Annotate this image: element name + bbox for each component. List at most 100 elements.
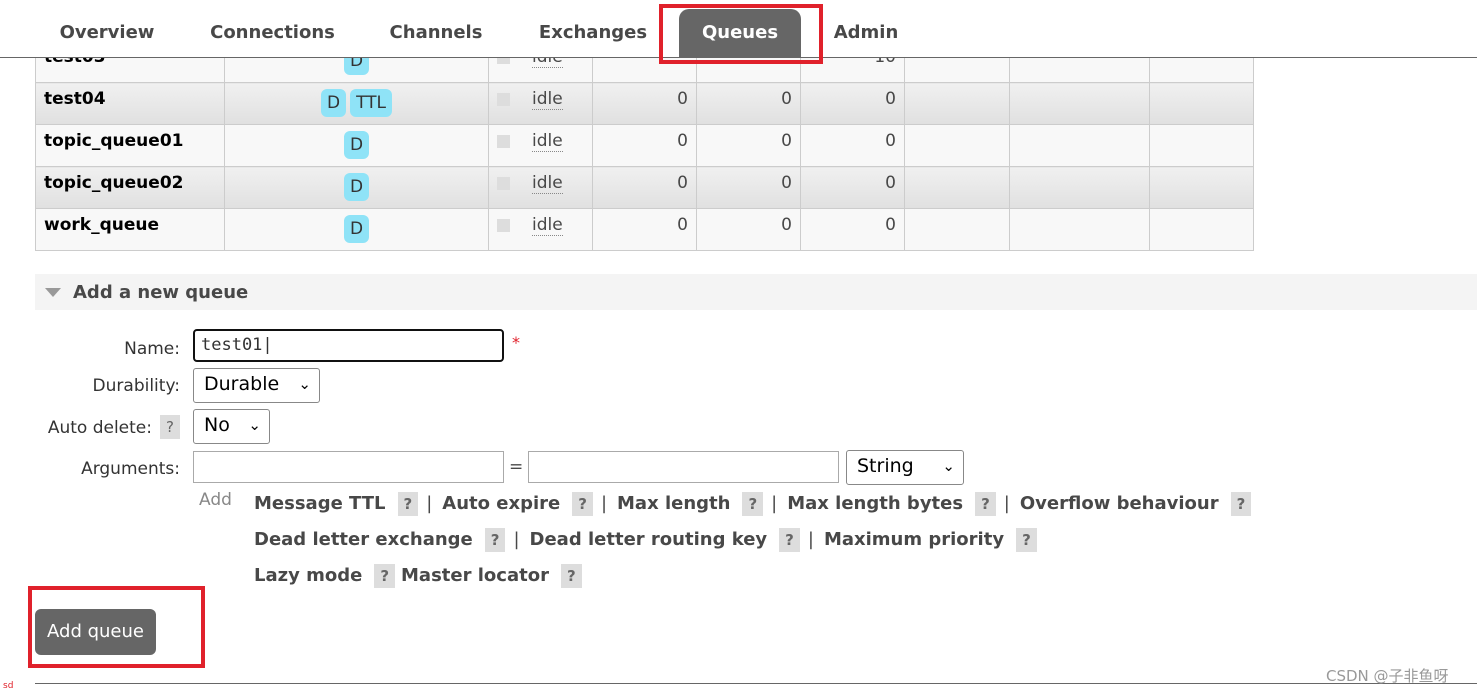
rate-cell (1149, 124, 1254, 167)
argument-shortcut-link[interactable]: Maximum priority (824, 529, 1004, 550)
queue-name[interactable]: test04 (35, 82, 225, 125)
tab-exchanges[interactable]: Exchanges (528, 9, 658, 57)
rate-cell (1009, 208, 1150, 251)
help-icon[interactable]: ? (1016, 528, 1037, 552)
help-icon[interactable]: ? (779, 528, 800, 552)
total-count: 0 (800, 82, 905, 125)
total-count: 0 (800, 124, 905, 167)
tab-admin[interactable]: Admin (824, 9, 908, 57)
rate-cell (1149, 166, 1254, 209)
durability-label: Durability: (92, 376, 180, 396)
ready-count: 0 (592, 124, 697, 167)
features-cell: D TTL (224, 82, 489, 125)
table-row: test04 D TTL idle 0 0 0 (35, 82, 1254, 125)
tab-overview[interactable]: Overview (48, 9, 166, 57)
argument-shortcut-link[interactable]: Dead letter exchange (254, 529, 473, 550)
help-icon[interactable]: ? (572, 492, 593, 516)
auto-delete-select[interactable]: No ⌄ (193, 409, 270, 444)
add-queue-section-header[interactable]: Add a new queue (35, 274, 1477, 310)
help-icon[interactable]: ? (1230, 492, 1252, 516)
state-text: idle (532, 215, 563, 236)
chevron-down-icon: ⌄ (248, 416, 261, 434)
auto-delete-label: Auto delete: (47, 418, 152, 438)
rate-cell (904, 124, 1010, 167)
rate-cell (1009, 124, 1150, 167)
separator: | (1003, 493, 1010, 514)
name-label: Name: (124, 339, 180, 359)
table-row: topic_queue02 Didle 0 0 0 (35, 166, 1254, 209)
argument-shortcut-link[interactable]: Max length bytes (787, 493, 963, 514)
separator: | (807, 529, 814, 550)
chevron-down-icon: ⌄ (298, 375, 311, 393)
table-row: topic_queue01 Didle 0 0 0 (35, 124, 1254, 167)
chevron-down-icon: ⌄ (942, 457, 955, 475)
argument-key-input[interactable] (193, 451, 504, 483)
unacked-count: 0 (696, 208, 801, 251)
state-indicator-icon (497, 92, 510, 106)
section-title: Add a new queue (73, 282, 249, 303)
unacked-count: 0 (696, 124, 801, 167)
divider (35, 683, 1477, 684)
state-text: idle (532, 131, 563, 152)
separator: | (513, 529, 520, 550)
name-input[interactable]: test01| (193, 329, 504, 362)
tab-connections[interactable]: Connections (200, 9, 345, 57)
feature-badge: D (343, 131, 370, 159)
rate-cell (1149, 82, 1254, 125)
table-row: work_queue Didle 0 0 0 (35, 208, 1254, 251)
state-cell: idle (488, 124, 593, 167)
state-indicator-icon (497, 134, 510, 148)
tab-channels[interactable]: Channels (380, 9, 492, 57)
queue-name[interactable]: work_queue (35, 208, 225, 251)
argument-shortcut-link[interactable]: Message TTL (254, 493, 386, 514)
argument-shortcut-link[interactable]: Max length (617, 493, 730, 514)
argument-shortcut-link[interactable]: Auto expire (442, 493, 560, 514)
state-text: idle (532, 173, 563, 194)
total-count: 0 (800, 166, 905, 209)
highlight-box-add-queue (28, 586, 205, 668)
argument-shortcut-link[interactable]: Lazy mode (254, 565, 362, 586)
feature-badge: D (343, 173, 370, 201)
equals-sign: = (509, 457, 524, 477)
state-cell: idle (488, 208, 593, 251)
state-cell: idle (488, 82, 593, 125)
argument-shortcuts-row: Dead letter exchange? | Dead letter routin… (254, 528, 1043, 552)
required-marker: * (512, 333, 520, 352)
help-icon[interactable]: ? (975, 492, 996, 516)
feature-badge: D (343, 215, 370, 243)
rate-cell (1149, 208, 1254, 251)
argument-shortcut-link[interactable]: Dead letter routing key (530, 529, 768, 550)
queues-table: test03Didle10test04DTTLidle000topic_queu… (35, 40, 1254, 251)
auto-delete-help[interactable]: ? (160, 415, 180, 439)
help-icon[interactable]: ? (742, 492, 764, 516)
feature-badge: TTL (350, 89, 393, 117)
help-icon[interactable]: ? (374, 564, 396, 588)
queue-name[interactable]: topic_queue01 (35, 124, 225, 167)
durability-select[interactable]: Durable ⌄ (193, 368, 320, 403)
argument-shortcut-link[interactable]: Overflow behaviour (1020, 493, 1219, 514)
help-icon[interactable]: ? (397, 492, 419, 516)
argument-shortcut-link[interactable]: Master locator (401, 565, 549, 586)
state-cell: idle (488, 166, 593, 209)
add-label: Add (199, 490, 232, 510)
collapse-triangle-icon (45, 288, 61, 297)
separator: | (426, 493, 433, 514)
argument-type-select[interactable]: String ⌄ (846, 450, 964, 485)
watermark: CSDN @子非鱼呀 (1326, 667, 1449, 685)
help-icon[interactable]: ? (484, 528, 506, 552)
argument-shortcuts-row: Lazy mode? Master locator? (254, 564, 588, 588)
state-text: idle (532, 89, 563, 110)
argument-value-input[interactable] (528, 451, 839, 483)
help-icon[interactable]: ? (560, 564, 582, 588)
features-cell: D (224, 208, 489, 251)
state-indicator-icon (497, 218, 510, 232)
unacked-count: 0 (696, 166, 801, 209)
rate-cell (904, 166, 1010, 209)
queue-name[interactable]: topic_queue02 (35, 166, 225, 209)
argument-shortcuts-row: Message TTL? | Auto expire? | Max length? | Ma… (254, 492, 1257, 516)
rate-cell (1009, 82, 1150, 125)
rate-cell (904, 208, 1010, 251)
total-count: 0 (800, 208, 905, 251)
arguments-label: Arguments: (81, 459, 180, 479)
state-indicator-icon (497, 176, 510, 190)
